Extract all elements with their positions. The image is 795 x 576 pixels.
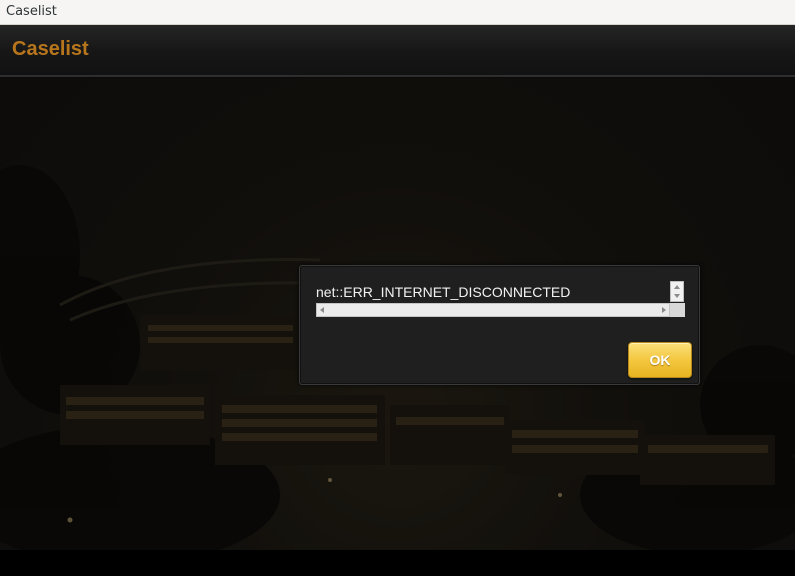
scrollbar-corner [670, 303, 685, 317]
scroll-left-icon[interactable] [320, 307, 324, 313]
bottom-bar [0, 550, 795, 576]
scroll-down-icon[interactable] [674, 294, 680, 298]
vertical-scrollbar[interactable] [670, 281, 684, 302]
ok-button-label: OK [649, 352, 671, 368]
window-titlebar: Caselist [0, 0, 795, 25]
horizontal-scrollbar[interactable] [316, 303, 670, 317]
error-dialog: net::ERR_INTERNET_DISCONNECTED OK [299, 265, 700, 385]
app-title: Caselist [12, 38, 89, 60]
ok-button[interactable]: OK [628, 342, 692, 378]
scroll-up-icon[interactable] [674, 285, 680, 289]
app-viewport: Caselist net::ERR_INTERNET_DISCONNECTED … [0, 25, 795, 550]
scroll-right-icon[interactable] [662, 307, 666, 313]
error-message: net::ERR_INTERNET_DISCONNECTED [316, 284, 571, 300]
app-header: Caselist [0, 25, 795, 77]
message-box: net::ERR_INTERNET_DISCONNECTED [316, 281, 685, 318]
window-title: Caselist [6, 4, 57, 19]
